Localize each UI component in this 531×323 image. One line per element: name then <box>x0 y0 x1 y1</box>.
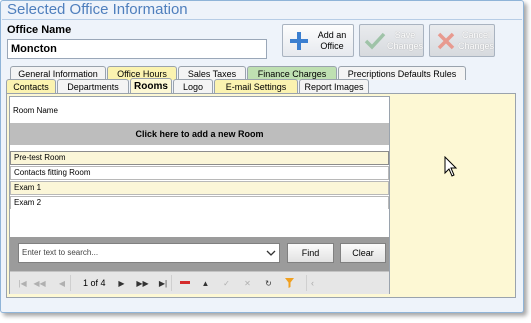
checkmark-icon <box>364 29 387 53</box>
previous-page-group-icon[interactable]: ◀◀ <box>31 275 48 291</box>
rooms-grid: Room Name Click here to add a new Room P… <box>9 96 390 294</box>
window-title: Selected Office Information <box>7 1 188 18</box>
save-changes-button[interactable]: Save Changes <box>359 24 424 57</box>
next-page-group-icon[interactable]: ▶▶ <box>134 275 151 291</box>
refresh-icon[interactable]: ↻ <box>260 275 277 291</box>
table-row[interactable]: Exam 2 <box>10 196 389 210</box>
table-row[interactable]: Exam 1 <box>10 181 389 195</box>
grid-empty-area <box>10 209 389 237</box>
previous-page-icon[interactable]: ◀ <box>54 275 71 291</box>
page-info: 1 of 4 <box>83 278 106 288</box>
tab-sales-taxes[interactable]: Sales Taxes <box>178 66 246 80</box>
tab-finance-charges[interactable]: Finance Charges <box>247 66 337 80</box>
accept-icon[interactable]: ✓ <box>218 275 235 291</box>
search-panel: Enter text to search... Find Clear <box>10 237 389 271</box>
find-button[interactable]: Find <box>287 243 334 263</box>
pager-scroll-left-icon[interactable]: ‹ <box>306 275 388 291</box>
delete-record-icon[interactable] <box>176 275 193 291</box>
x-icon <box>434 29 458 53</box>
tab-departments[interactable]: Departments <box>57 79 129 93</box>
tab-contacts[interactable]: Contacts <box>6 79 56 93</box>
tab-general-information[interactable]: General Information <box>10 66 106 80</box>
tab-email-settings[interactable]: E-mail Settings <box>214 79 298 93</box>
cancel-changes-label: Cancel Changes <box>457 29 494 51</box>
title-divider <box>2 19 522 20</box>
search-input[interactable]: Enter text to search... <box>18 243 280 263</box>
mouse-cursor-icon <box>444 156 458 177</box>
rooms-tab-panel: Room Name Click here to add a new Room P… <box>6 93 516 298</box>
tab-rooms[interactable]: Rooms <box>130 78 172 94</box>
office-name-input[interactable]: Moncton <box>7 39 267 59</box>
selected-office-window: Selected Office Information Office Name … <box>0 0 531 323</box>
office-name-label: Office Name <box>7 24 72 36</box>
tab-logo[interactable]: Logo <box>173 79 213 93</box>
filter-icon[interactable] <box>281 275 298 291</box>
cancel-edit-icon[interactable]: ✕ <box>239 275 256 291</box>
tab-precriptions-defaults-rules[interactable]: Precriptions Defaults Rules <box>338 66 466 80</box>
save-changes-label: Save Changes <box>386 29 423 51</box>
move-up-icon[interactable]: ▲ <box>197 275 214 291</box>
room-name-column-header[interactable]: Room Name <box>10 97 389 123</box>
add-office-label: Add an Office <box>317 29 347 51</box>
first-page-icon[interactable]: |◀ <box>14 275 31 291</box>
table-row[interactable]: Pre-test Room <box>10 151 389 165</box>
chevron-down-icon[interactable] <box>266 248 276 258</box>
cancel-changes-button[interactable]: Cancel Changes <box>429 24 495 57</box>
search-placeholder: Enter text to search... <box>22 248 99 257</box>
next-page-icon[interactable]: ▶ <box>113 275 130 291</box>
clear-button[interactable]: Clear <box>340 243 386 263</box>
add-office-button[interactable]: Add an Office <box>282 24 354 57</box>
plus-icon <box>287 29 311 53</box>
table-row[interactable]: Contacts fitting Room <box>10 166 389 180</box>
tab-report-images[interactable]: Report Images <box>299 79 369 93</box>
add-new-room-row[interactable]: Click here to add a new Room <box>10 123 389 145</box>
last-page-icon[interactable]: ▶| <box>155 275 172 291</box>
grid-pager: |◀ ◀◀ ◀ 1 of 4 ▶ ▶▶ ▶| ▲ ✓ ✕ ↻ ‹ <box>10 271 389 294</box>
